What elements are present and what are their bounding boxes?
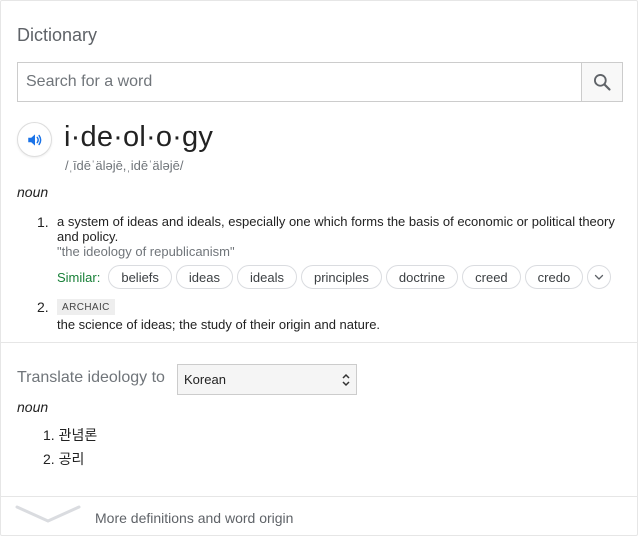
sense-definition: a system of ideas and ideals, especially… <box>57 214 615 244</box>
pronunciation-audio-button[interactable] <box>17 122 52 157</box>
similar-chip[interactable]: beliefs <box>108 265 172 289</box>
search-input[interactable] <box>18 63 581 101</box>
similar-label: Similar: <box>57 269 101 285</box>
similar-expand-button[interactable] <box>587 265 612 289</box>
headword: i·de·ol·o·gy <box>64 121 214 153</box>
more-definitions-label: More definitions and word origin <box>95 510 294 526</box>
similar-chip[interactable]: creed <box>462 265 521 289</box>
register-badge: ARCHAIC <box>57 299 115 315</box>
chevron-down-icon <box>15 505 81 523</box>
phonetic-spelling: /ˌīdēˈäləjē,ˌidēˈäləjē/ <box>65 158 184 173</box>
similar-chip[interactable]: principles <box>300 265 382 289</box>
similar-chip[interactable]: ideals <box>237 265 297 289</box>
translation-number: 1. <box>43 427 55 443</box>
part-of-speech: noun <box>17 184 49 200</box>
similar-chip[interactable]: doctrine <box>385 265 459 289</box>
search-icon <box>594 74 611 91</box>
similar-chip[interactable]: ideas <box>175 265 233 289</box>
panel-title: Dictionary <box>17 25 98 45</box>
language-select[interactable]: Korean <box>177 364 357 395</box>
similar-chip[interactable]: credo <box>524 265 584 289</box>
more-definitions-link[interactable]: More definitions and word origin <box>1 497 638 536</box>
translation-text: 공리 <box>58 451 85 467</box>
select-arrows-icon <box>342 373 350 387</box>
search-bar <box>17 62 623 102</box>
sense-number: 2. <box>37 299 49 315</box>
translate-label: Translate ideology to <box>17 369 165 386</box>
translation-part-of-speech: noun <box>17 399 49 415</box>
speaker-icon <box>27 133 41 146</box>
sense-example: "the ideology of republicanism" <box>57 244 235 259</box>
chevron-down-icon <box>595 274 604 280</box>
translation-text: 관념론 <box>58 427 98 443</box>
sense-number: 1. <box>37 214 49 230</box>
translation-item: 2. 공리 <box>43 449 84 469</box>
dictionary-card: Dictionary i·de·ol·o·gy /ˌīdēˈäləjē,ˌidē… <box>0 0 638 536</box>
sense-definition: the science of ideas; the study of their… <box>57 317 381 332</box>
divider <box>1 342 638 343</box>
translation-item: 1. 관념론 <box>43 425 97 445</box>
translation-number: 2. <box>43 451 55 467</box>
search-button[interactable] <box>581 63 622 101</box>
language-select-value: Korean <box>184 372 226 387</box>
similar-words-row: Similar: beliefs ideas ideals principles… <box>57 265 612 289</box>
